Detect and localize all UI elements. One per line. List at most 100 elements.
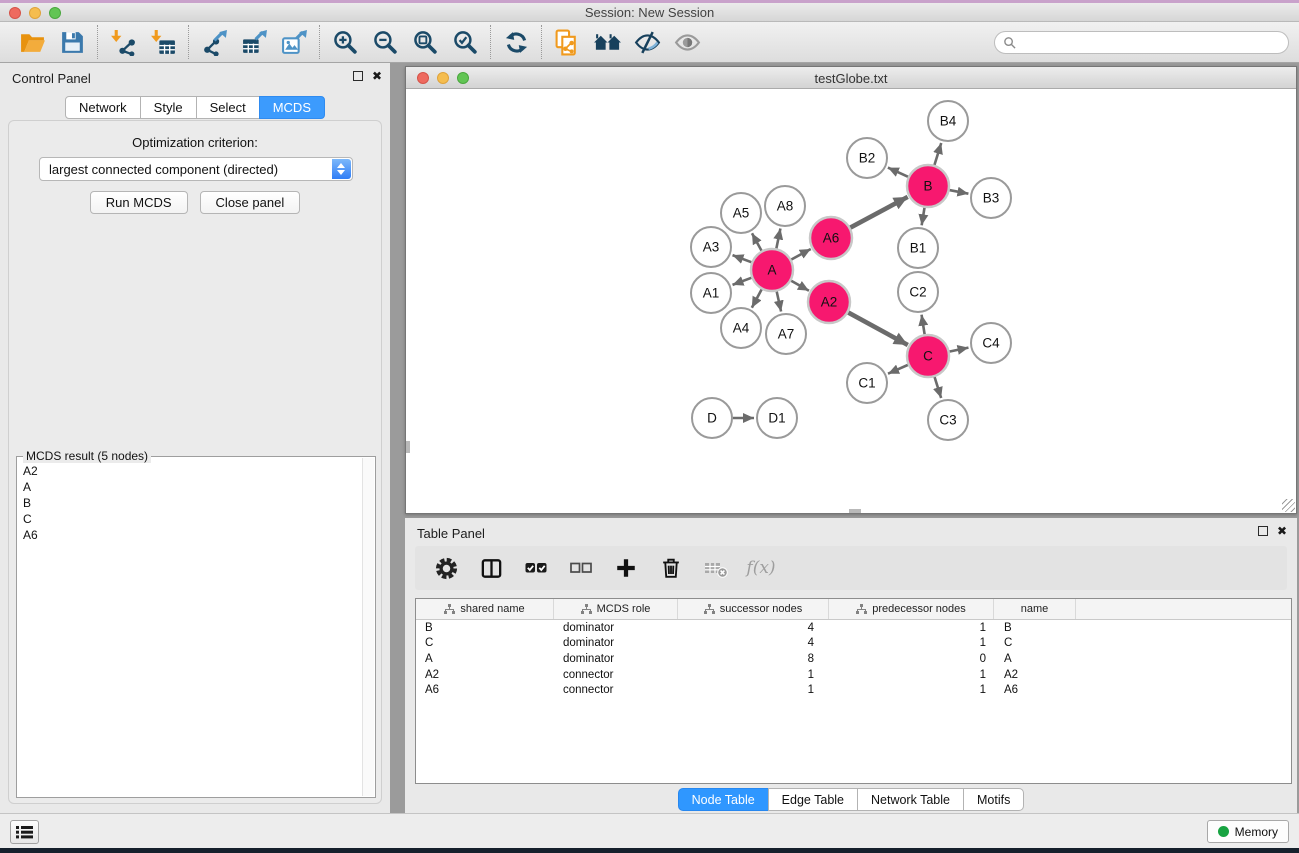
table-cell[interactable]: C: [994, 636, 1076, 652]
search-input[interactable]: [1016, 33, 1288, 52]
table-cell[interactable]: A6: [416, 682, 554, 698]
tab-mcds[interactable]: MCDS: [259, 96, 325, 119]
table-cell[interactable]: connector: [554, 667, 678, 683]
table-cell[interactable]: A: [416, 651, 554, 667]
show-panels-list-button[interactable]: [10, 820, 39, 844]
delete-table-icon[interactable]: [701, 553, 731, 583]
table-cell[interactable]: A6: [994, 682, 1076, 698]
table-cell[interactable]: B: [994, 620, 1076, 636]
table-cell[interactable]: 4: [678, 636, 829, 652]
table-row[interactable]: Bdominator41B: [416, 620, 1291, 636]
table-cell[interactable]: 1: [829, 667, 994, 683]
tab-select[interactable]: Select: [196, 96, 260, 119]
graph-edge[interactable]: [934, 376, 941, 398]
table-cell[interactable]: A2: [416, 667, 554, 683]
float-table-panel-icon[interactable]: [1258, 526, 1268, 536]
table-cell[interactable]: 1: [829, 682, 994, 698]
graph-edge[interactable]: [733, 277, 753, 284]
table-row[interactable]: Cdominator41C: [416, 636, 1291, 652]
graph-edge[interactable]: [888, 364, 909, 373]
table-cell[interactable]: C: [416, 636, 554, 652]
table-cell[interactable]: dominator: [554, 636, 678, 652]
table-settings-icon[interactable]: [431, 553, 461, 583]
column-header-successor-nodes[interactable]: successor nodes: [678, 599, 829, 619]
table-row[interactable]: A6connector11A6: [416, 682, 1291, 698]
export-image-icon[interactable]: [274, 24, 314, 60]
table-cell[interactable]: 8: [678, 651, 829, 667]
table-cell[interactable]: 4: [678, 620, 829, 636]
result-item[interactable]: A: [23, 479, 369, 495]
graph-edge[interactable]: [949, 190, 969, 194]
zoom-out-icon[interactable]: [365, 24, 405, 60]
result-item[interactable]: B: [23, 495, 369, 511]
zoom-selected-icon[interactable]: [445, 24, 485, 60]
graph-edge[interactable]: [922, 315, 925, 336]
canvas-vscroll-thumb[interactable]: [406, 441, 410, 453]
network-window-titlebar[interactable]: testGlobe.txt: [406, 67, 1296, 89]
home-view-icon[interactable]: [587, 24, 627, 60]
zoom-fit-icon[interactable]: [405, 24, 445, 60]
show-annotations-icon[interactable]: [667, 24, 707, 60]
app-titlebar[interactable]: Session: New Session: [0, 0, 1299, 22]
column-header-predecessor-nodes[interactable]: predecessor nodes: [829, 599, 994, 619]
export-table-icon[interactable]: [234, 24, 274, 60]
copy-network-icon[interactable]: [547, 24, 587, 60]
table-cell[interactable]: A2: [994, 667, 1076, 683]
column-header-name[interactable]: name: [994, 599, 1076, 619]
table-row[interactable]: Adominator80A: [416, 651, 1291, 667]
add-column-icon[interactable]: [611, 553, 641, 583]
table-cell[interactable]: 1: [678, 667, 829, 683]
graph-edge[interactable]: [776, 291, 781, 312]
table-cell[interactable]: 1: [829, 620, 994, 636]
tab-node-table[interactable]: Node Table: [678, 788, 769, 811]
graph-edge[interactable]: [847, 312, 907, 345]
tab-edge-table[interactable]: Edge Table: [768, 788, 858, 811]
network-canvas[interactable]: AA1A2A3A4A5A6A7A8BB1B2B3B4CC1C2C3C4DD1: [406, 89, 1296, 513]
delete-column-icon[interactable]: [656, 553, 686, 583]
column-header-shared-name[interactable]: shared name: [416, 599, 554, 619]
graph-edge[interactable]: [752, 233, 762, 251]
window-resize-grip[interactable]: [1282, 499, 1295, 512]
table-cell[interactable]: dominator: [554, 651, 678, 667]
graph-edge[interactable]: [790, 249, 810, 260]
graph-edge[interactable]: [776, 229, 780, 250]
table-cell[interactable]: 1: [678, 682, 829, 698]
tab-network-table[interactable]: Network Table: [857, 788, 964, 811]
table-cell[interactable]: connector: [554, 682, 678, 698]
result-item[interactable]: C: [23, 511, 369, 527]
tab-motifs[interactable]: Motifs: [963, 788, 1024, 811]
graph-edge[interactable]: [733, 255, 753, 262]
tab-network[interactable]: Network: [65, 96, 141, 119]
refresh-view-icon[interactable]: [496, 24, 536, 60]
export-network-icon[interactable]: [194, 24, 234, 60]
graph-edge[interactable]: [934, 143, 941, 166]
table-cell[interactable]: B: [416, 620, 554, 636]
table-cell[interactable]: 0: [829, 651, 994, 667]
zoom-in-icon[interactable]: [325, 24, 365, 60]
graph-edge[interactable]: [790, 280, 809, 290]
import-table-icon[interactable]: [143, 24, 183, 60]
function-builder-icon[interactable]: f(x): [746, 553, 776, 583]
canvas-hscroll-thumb[interactable]: [849, 509, 861, 513]
result-item[interactable]: A6: [23, 527, 369, 543]
toggle-columns-icon[interactable]: [476, 553, 506, 583]
close-table-panel-icon[interactable]: ✖: [1277, 526, 1287, 536]
close-panel-button[interactable]: Close panel: [200, 191, 301, 214]
result-item[interactable]: A2: [23, 463, 369, 479]
graph-edge[interactable]: [752, 289, 762, 308]
select-all-icon[interactable]: [521, 553, 551, 583]
float-panel-icon[interactable]: [353, 71, 363, 81]
tab-style[interactable]: Style: [140, 96, 197, 119]
graph-edge[interactable]: [850, 197, 908, 228]
table-cell[interactable]: 1: [829, 636, 994, 652]
graph-edge[interactable]: [888, 168, 909, 178]
table-row[interactable]: A2connector11A2: [416, 667, 1291, 683]
save-session-icon[interactable]: [52, 24, 92, 60]
close-panel-icon[interactable]: ✖: [372, 71, 382, 81]
optimization-criterion-select[interactable]: largest connected component (directed): [39, 157, 353, 181]
graph-edge[interactable]: [949, 348, 969, 352]
table-cell[interactable]: dominator: [554, 620, 678, 636]
run-mcds-button[interactable]: Run MCDS: [90, 191, 188, 214]
memory-button[interactable]: Memory: [1207, 820, 1289, 843]
import-network-icon[interactable]: [103, 24, 143, 60]
